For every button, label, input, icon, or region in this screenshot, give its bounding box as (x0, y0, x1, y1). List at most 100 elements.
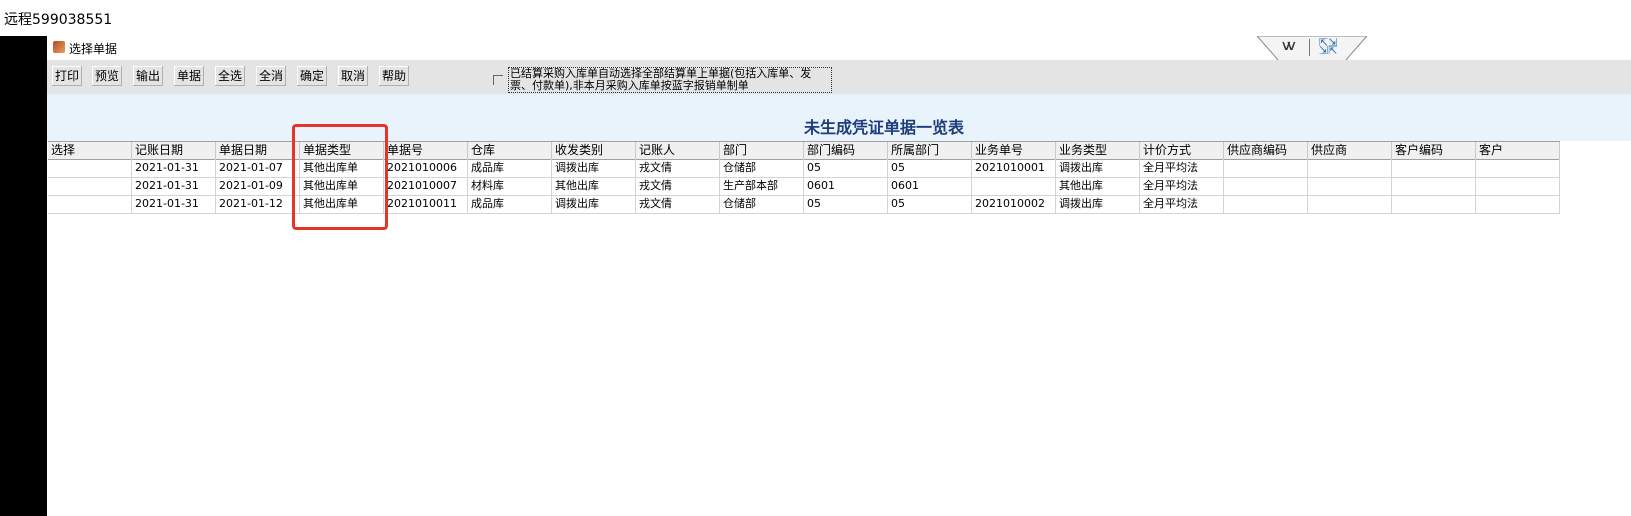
column-header[interactable]: 供应商编码 (1224, 142, 1308, 159)
table-cell: 成品库 (468, 159, 552, 177)
table-cell: 05 (888, 159, 972, 177)
title-bar: 选择单据 ∨∨ ⇱⇲ ⇲⇱ (47, 36, 1631, 61)
table-cell: 调拨出库 (1056, 159, 1140, 177)
list-title: 未生成凭证单据一览表 (804, 118, 965, 137)
table-cell: 调拨出库 (552, 195, 636, 213)
table-cell: 其他出库 (552, 177, 636, 195)
window-title: 选择单据 (69, 42, 118, 56)
table-cell: 05 (804, 195, 888, 213)
table-cell (1392, 159, 1476, 177)
table-cell: 05 (888, 195, 972, 213)
column-header[interactable]: 单据日期 (216, 142, 300, 159)
table-cell: 材料库 (468, 177, 552, 195)
table-cell: 2021-01-07 (216, 159, 300, 177)
table-cell (1476, 177, 1560, 195)
table-cell: 其他出库单 (300, 177, 384, 195)
corner-separator (1309, 39, 1310, 56)
title-band: 未生成凭证单据一览表 (47, 94, 1631, 141)
table-cell: 2021-01-12 (216, 195, 300, 213)
table-cell: 仓储部 (720, 195, 804, 213)
table-row[interactable]: 2021-01-31 2021-01-07 其他出库单 2021010006 成品库 调拨… (48, 159, 1560, 178)
table-cell: 全月平均法 (1140, 159, 1224, 177)
deselect-all-button[interactable]: 全消 (255, 65, 288, 87)
column-header[interactable]: 计价方式 (1140, 142, 1224, 159)
table-cell: 2021-01-31 (132, 177, 216, 195)
app-icon (53, 41, 65, 53)
column-header[interactable]: 客户 (1476, 142, 1560, 159)
table-cell (1308, 159, 1392, 177)
column-header[interactable]: 记账日期 (132, 142, 216, 159)
column-header[interactable]: 选择 (48, 142, 132, 159)
expand-arrows-icon[interactable]: ⇱⇲ ⇲⇱ (1319, 37, 1337, 56)
print-button[interactable]: 打印 (51, 65, 84, 87)
column-header[interactable]: 部门编码 (804, 142, 888, 159)
preview-button[interactable]: 预览 (91, 65, 124, 87)
table-cell (1224, 159, 1308, 177)
table-cell: 2021010006 (384, 159, 468, 177)
table-row[interactable]: 2021-01-31 2021-01-12 其他出库单 2021010011 成品库 调拨… (48, 195, 1560, 214)
table-cell: 05 (804, 159, 888, 177)
document-grid: 选择 记账日期 单据日期 单据类型 单据号 仓库 收发类别 记账人 部门 部门编码 所属部门 业务单号… (47, 141, 1631, 516)
column-header[interactable]: 所属部门 (888, 142, 972, 159)
table-cell: 2021-01-31 (132, 195, 216, 213)
column-header[interactable]: 单据号 (384, 142, 468, 159)
select-cell[interactable] (48, 159, 132, 177)
cancel-button[interactable]: 取消 (337, 65, 370, 87)
left-black-bar (0, 36, 47, 516)
table-cell: 全月平均法 (1140, 195, 1224, 213)
remote-session-label: 远程599038551 (4, 12, 113, 28)
table-cell (1476, 195, 1560, 213)
table-cell (1224, 177, 1308, 195)
table-cell: 其他出库单 (300, 195, 384, 213)
table-cell: 戎文倩 (636, 177, 720, 195)
confirm-button[interactable]: 确定 (296, 65, 329, 87)
column-header[interactable]: 收发类别 (552, 142, 636, 159)
column-header[interactable]: 供应商 (1308, 142, 1392, 159)
table-cell: 2021-01-31 (132, 159, 216, 177)
table-cell: 2021010011 (384, 195, 468, 213)
table-cell: 2021010002 (972, 195, 1056, 213)
select-all-button[interactable]: 全选 (214, 65, 247, 87)
table-cell (1308, 177, 1392, 195)
document-button[interactable]: 单据 (173, 65, 206, 87)
column-header[interactable]: 部门 (720, 142, 804, 159)
table-cell: 2021010007 (384, 177, 468, 195)
column-header[interactable]: 单据类型 (300, 142, 384, 159)
column-header[interactable]: 客户编码 (1392, 142, 1476, 159)
column-header[interactable]: 业务类型 (1056, 142, 1140, 159)
table-cell (1224, 195, 1308, 213)
table-cell: 生产部本部 (720, 177, 804, 195)
help-button[interactable]: 帮助 (378, 65, 411, 87)
table-cell (1392, 177, 1476, 195)
corner-control: ∨∨ ⇱⇲ ⇲⇱ (1257, 36, 1367, 61)
auto-select-note: 已结算采购入库单自动选择全部结算单上单据(包括入库单、发票、付款单),非本月采购… (508, 67, 832, 93)
table-cell (1392, 195, 1476, 213)
table-cell (1476, 159, 1560, 177)
column-header[interactable]: 记账人 (636, 142, 720, 159)
table-cell: 全月平均法 (1140, 177, 1224, 195)
table-cell: 2021010001 (972, 159, 1056, 177)
column-header[interactable]: 业务单号 (972, 142, 1056, 159)
table-cell: 戎文倩 (636, 159, 720, 177)
table-cell: 其他出库单 (300, 159, 384, 177)
table-cell: 0601 (888, 177, 972, 195)
table-row[interactable]: 2021-01-31 2021-01-09 其他出库单 2021010007 材料库 其他… (48, 177, 1560, 196)
select-document-window: 选择单据 ∨∨ ⇱⇲ ⇲⇱ 打印 预览 输出 单据 全选 全消 确定 取消 帮助 … (47, 36, 1631, 516)
column-header[interactable]: 仓库 (468, 142, 552, 159)
corner-tab-shape (1257, 36, 1367, 61)
select-cell[interactable] (48, 195, 132, 213)
table-cell: 其他出库 (1056, 177, 1140, 195)
table-cell: 调拨出库 (1056, 195, 1140, 213)
export-button[interactable]: 输出 (132, 65, 165, 87)
table-cell: 0601 (804, 177, 888, 195)
auto-select-checkbox[interactable] (493, 75, 503, 85)
table-cell (1308, 195, 1392, 213)
table-cell: 戎文倩 (636, 195, 720, 213)
grid-header: 选择 记账日期 单据日期 单据类型 单据号 仓库 收发类别 记账人 部门 部门编码 所属部门 业务单号… (48, 141, 1560, 160)
select-cell[interactable] (48, 177, 132, 195)
double-chevron-down-icon[interactable]: ∨∨ (1280, 38, 1297, 54)
table-cell: 2021-01-09 (216, 177, 300, 195)
table-cell: 调拨出库 (552, 159, 636, 177)
table-cell: 仓储部 (720, 159, 804, 177)
toolbar: 打印 预览 输出 单据 全选 全消 确定 取消 帮助 已结算采购入库单自动选择全… (47, 60, 1631, 94)
